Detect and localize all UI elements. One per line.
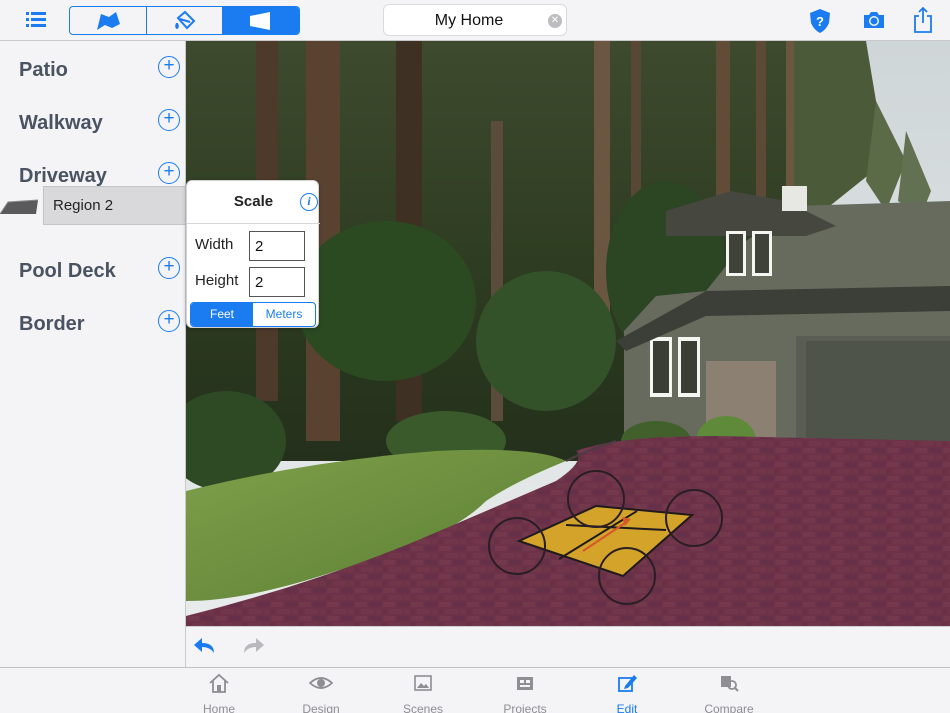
top-toolbar: ✕ ? <box>0 0 950 41</box>
compare-icon <box>721 676 739 692</box>
region-item-region-2[interactable]: Region 2 <box>0 186 186 225</box>
projects-icon <box>517 677 533 690</box>
sidebar-item-label: Driveway <box>19 165 107 187</box>
tab-label: Projects <box>503 702 547 713</box>
sidebar-item-label: Pool Deck <box>19 260 116 282</box>
svg-text:?: ? <box>816 14 824 29</box>
sidebar-item-patio[interactable]: Patio + <box>0 49 186 89</box>
tab-design[interactable]: Design <box>281 672 361 713</box>
divider <box>187 223 320 224</box>
mode-perspective[interactable] <box>223 7 299 34</box>
tab-home[interactable]: Home <box>179 672 259 713</box>
tab-label: Design <box>302 702 340 713</box>
edit-history-bar <box>186 626 950 667</box>
tab-edit[interactable]: Edit <box>587 672 667 713</box>
mode-region[interactable] <box>70 7 147 34</box>
add-border-button[interactable]: + <box>158 310 180 332</box>
height-input[interactable] <box>249 267 305 297</box>
unit-feet-button[interactable]: Feet <box>191 303 253 326</box>
tab-label: Scenes <box>402 702 444 713</box>
sidebar-item-walkway[interactable]: Walkway + <box>0 102 186 142</box>
mode-paint[interactable] <box>147 7 224 34</box>
sidebar-item-label: Patio <box>19 59 68 81</box>
image-icon <box>414 675 432 691</box>
tab-scenes[interactable]: Scenes <box>383 672 463 713</box>
scene-photo <box>186 41 950 626</box>
tab-label: Home <box>202 702 235 713</box>
add-patio-button[interactable]: + <box>158 56 180 78</box>
add-driveway-button[interactable]: + <box>158 162 180 184</box>
material-category-sidebar: Patio + Walkway + Driveway + Region 2 Po… <box>0 41 186 667</box>
sidebar-item-label: Walkway <box>19 112 103 134</box>
clear-circle-icon[interactable]: ✕ <box>548 14 562 28</box>
sidebar-item-pool-deck[interactable]: Pool Deck + <box>0 250 186 290</box>
sidebar-item-label: Border <box>19 313 85 335</box>
camera-icon[interactable] <box>862 10 886 30</box>
eye-icon <box>309 677 333 689</box>
unit-segmented-control: Feet Meters <box>190 302 316 327</box>
tab-compare[interactable]: Compare <box>689 672 769 713</box>
add-walkway-button[interactable]: + <box>158 109 180 131</box>
region-thumbnail-icon <box>0 199 39 215</box>
help-shield-icon[interactable]: ? <box>808 8 832 34</box>
share-icon[interactable] <box>912 6 934 34</box>
list-icon[interactable] <box>24 10 48 30</box>
undo-icon[interactable] <box>192 635 218 657</box>
add-pool-deck-button[interactable]: + <box>158 257 180 279</box>
mode-segmented-control <box>69 6 300 35</box>
tab-label: Compare <box>704 702 754 713</box>
scale-popover: Scale i Width Height Feet Meters <box>186 180 320 328</box>
unit-meters-button[interactable]: Meters <box>253 303 315 326</box>
info-icon[interactable]: i <box>300 193 318 211</box>
bottom-tab-bar: Home Design Scenes Projects Edit Compare <box>0 667 950 713</box>
region-name: Region 2 <box>53 197 114 214</box>
width-label: Width <box>195 236 234 253</box>
home-icon <box>209 673 229 693</box>
design-canvas[interactable] <box>186 41 950 626</box>
perspective-plane-icon <box>250 11 271 30</box>
height-label: Height <box>195 272 239 289</box>
project-name-input[interactable] <box>394 10 544 32</box>
redo-icon[interactable] <box>240 635 266 657</box>
pencil-edit-icon <box>618 675 637 692</box>
tab-projects[interactable]: Projects <box>485 672 565 713</box>
region-label-box[interactable]: Region 2 <box>43 186 186 225</box>
project-name-field[interactable]: ✕ <box>383 4 567 36</box>
region-shape-icon <box>96 11 120 30</box>
paint-bucket-icon <box>174 10 195 29</box>
tab-label: Edit <box>616 702 638 713</box>
sidebar-item-border[interactable]: Border + <box>0 303 186 343</box>
width-input[interactable] <box>249 231 305 261</box>
